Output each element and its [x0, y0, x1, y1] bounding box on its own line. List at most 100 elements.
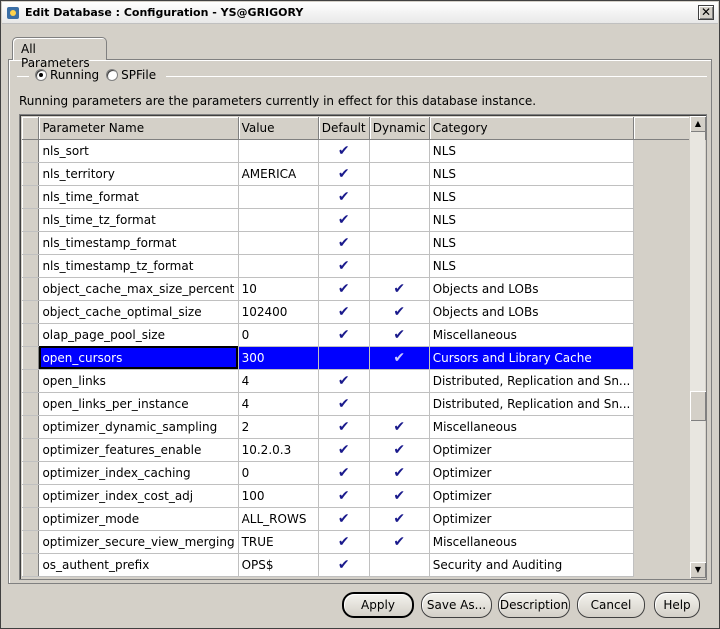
- default-cell[interactable]: ✔: [318, 392, 370, 416]
- cancel-button[interactable]: Cancel: [577, 592, 645, 618]
- dynamic-cell[interactable]: [369, 392, 430, 416]
- default-cell[interactable]: ✔: [318, 323, 370, 347]
- table-row[interactable]: open_links_per_instance 4 ✔ Distributed, Re…: [22, 392, 706, 416]
- table-row[interactable]: open_cursors 300 ✔ Cursors and Library Cach…: [22, 346, 706, 370]
- parameter-name-cell[interactable]: open_links_per_instance: [38, 392, 239, 416]
- default-cell[interactable]: ✔: [318, 231, 370, 255]
- dynamic-cell[interactable]: [369, 139, 430, 163]
- table-row[interactable]: nls_time_tz_format ✔ NLS: [22, 208, 706, 232]
- save-as-button[interactable]: Save As...: [421, 592, 492, 618]
- table-row[interactable]: optimizer_secure_view_merging TRUE ✔ ✔ Misce…: [22, 530, 706, 554]
- table-row[interactable]: object_cache_max_size_percent 10 ✔ ✔ Objects…: [22, 277, 706, 301]
- dynamic-cell[interactable]: [369, 369, 430, 393]
- row-header[interactable]: [22, 208, 40, 232]
- default-cell[interactable]: [318, 346, 370, 370]
- category-cell[interactable]: Objects and LOBs: [429, 277, 635, 301]
- parameter-name-cell[interactable]: os_authent_prefix: [38, 553, 239, 577]
- value-cell[interactable]: [238, 208, 319, 232]
- vertical-scrollbar[interactable]: ▲ ▼: [689, 116, 706, 578]
- value-cell[interactable]: 10: [238, 277, 319, 301]
- value-cell[interactable]: 100: [238, 484, 319, 508]
- category-cell[interactable]: NLS: [429, 208, 635, 232]
- row-header[interactable]: [22, 415, 40, 439]
- row-header[interactable]: [22, 530, 40, 554]
- value-cell[interactable]: 2: [238, 415, 319, 439]
- dynamic-cell[interactable]: ✔: [369, 300, 430, 324]
- help-button[interactable]: Help: [654, 592, 700, 618]
- value-cell[interactable]: 0: [238, 323, 319, 347]
- row-header[interactable]: [22, 346, 40, 370]
- parameter-name-cell[interactable]: optimizer_features_enable: [38, 438, 239, 462]
- scroll-down-button[interactable]: ▼: [690, 562, 706, 578]
- row-header[interactable]: [22, 277, 40, 301]
- value-cell[interactable]: 4: [238, 369, 319, 393]
- dynamic-cell[interactable]: ✔: [369, 484, 430, 508]
- dynamic-cell[interactable]: [369, 185, 430, 209]
- tab-all-parameters[interactable]: All Parameters: [12, 37, 107, 70]
- default-cell[interactable]: ✔: [318, 300, 370, 324]
- row-header[interactable]: [22, 484, 40, 508]
- table-row[interactable]: optimizer_features_enable 10.2.0.3 ✔ ✔ Optim…: [22, 438, 706, 462]
- close-button[interactable]: ✕: [698, 5, 714, 20]
- value-cell[interactable]: [238, 254, 319, 278]
- value-cell[interactable]: 102400: [238, 300, 319, 324]
- parameter-name-cell[interactable]: olap_page_pool_size: [38, 323, 239, 347]
- value-cell[interactable]: ALL_ROWS: [238, 507, 319, 531]
- value-cell[interactable]: 0: [238, 461, 319, 485]
- category-cell[interactable]: NLS: [429, 139, 635, 163]
- apply-button[interactable]: Apply: [342, 592, 414, 618]
- row-header[interactable]: [22, 369, 40, 393]
- default-cell[interactable]: ✔: [318, 415, 370, 439]
- table-row[interactable]: nls_timestamp_tz_format ✔ NLS: [22, 254, 706, 278]
- dynamic-cell[interactable]: [369, 231, 430, 255]
- table-row[interactable]: nls_territory AMERICA ✔ NLS: [22, 162, 706, 186]
- parameter-name-cell[interactable]: open_cursors: [38, 346, 239, 370]
- spfile-radio-label[interactable]: SPFile: [121, 68, 156, 82]
- parameter-name-cell[interactable]: optimizer_secure_view_merging: [38, 530, 239, 554]
- row-header[interactable]: [22, 162, 40, 186]
- parameter-name-cell[interactable]: open_links: [38, 369, 239, 393]
- parameter-name-cell[interactable]: object_cache_max_size_percent: [38, 277, 239, 301]
- value-cell[interactable]: TRUE: [238, 530, 319, 554]
- default-cell[interactable]: ✔: [318, 208, 370, 232]
- row-header[interactable]: [22, 392, 40, 416]
- parameter-name-cell[interactable]: nls_time_tz_format: [38, 208, 239, 232]
- dynamic-cell[interactable]: ✔: [369, 277, 430, 301]
- value-cell[interactable]: [238, 231, 319, 255]
- column-header-parameter-name[interactable]: Parameter Name: [38, 117, 239, 140]
- category-cell[interactable]: Distributed, Replication and Sn...: [429, 369, 635, 393]
- category-cell[interactable]: Miscellaneous: [429, 530, 635, 554]
- value-cell[interactable]: 300: [238, 346, 319, 370]
- dynamic-cell[interactable]: ✔: [369, 323, 430, 347]
- category-cell[interactable]: Miscellaneous: [429, 415, 635, 439]
- table-row[interactable]: object_cache_optimal_size 102400 ✔ ✔ Objects…: [22, 300, 706, 324]
- default-cell[interactable]: ✔: [318, 461, 370, 485]
- parameter-name-cell[interactable]: optimizer_mode: [38, 507, 239, 531]
- default-cell[interactable]: ✔: [318, 162, 370, 186]
- dynamic-cell[interactable]: [369, 254, 430, 278]
- parameter-name-cell[interactable]: nls_timestamp_tz_format: [38, 254, 239, 278]
- category-cell[interactable]: NLS: [429, 231, 635, 255]
- row-header[interactable]: [22, 507, 40, 531]
- default-cell[interactable]: ✔: [318, 484, 370, 508]
- description-button[interactable]: Description: [498, 592, 570, 618]
- table-row[interactable]: nls_time_format ✔ NLS: [22, 185, 706, 209]
- default-cell[interactable]: ✔: [318, 254, 370, 278]
- category-cell[interactable]: Security and Auditing: [429, 553, 635, 577]
- category-cell[interactable]: Optimizer: [429, 461, 635, 485]
- column-header-value[interactable]: Value: [238, 117, 319, 140]
- scroll-thumb[interactable]: [690, 391, 706, 421]
- dynamic-cell[interactable]: [369, 162, 430, 186]
- column-header-dynamic[interactable]: Dynamic: [369, 117, 430, 140]
- table-row[interactable]: nls_sort ✔ NLS: [22, 139, 706, 163]
- title-bar[interactable]: Edit Database : Configuration - YS@GRIGO…: [2, 2, 718, 24]
- table-row[interactable]: open_links 4 ✔ Distributed, Replication and…: [22, 369, 706, 393]
- table-row[interactable]: os_authent_prefix OPS$ ✔ Security and Audit…: [22, 553, 706, 577]
- default-cell[interactable]: ✔: [318, 507, 370, 531]
- dynamic-cell[interactable]: [369, 208, 430, 232]
- category-cell[interactable]: NLS: [429, 162, 635, 186]
- default-cell[interactable]: ✔: [318, 553, 370, 577]
- parameter-name-cell[interactable]: nls_territory: [38, 162, 239, 186]
- row-header[interactable]: [22, 323, 40, 347]
- category-cell[interactable]: Objects and LOBs: [429, 300, 635, 324]
